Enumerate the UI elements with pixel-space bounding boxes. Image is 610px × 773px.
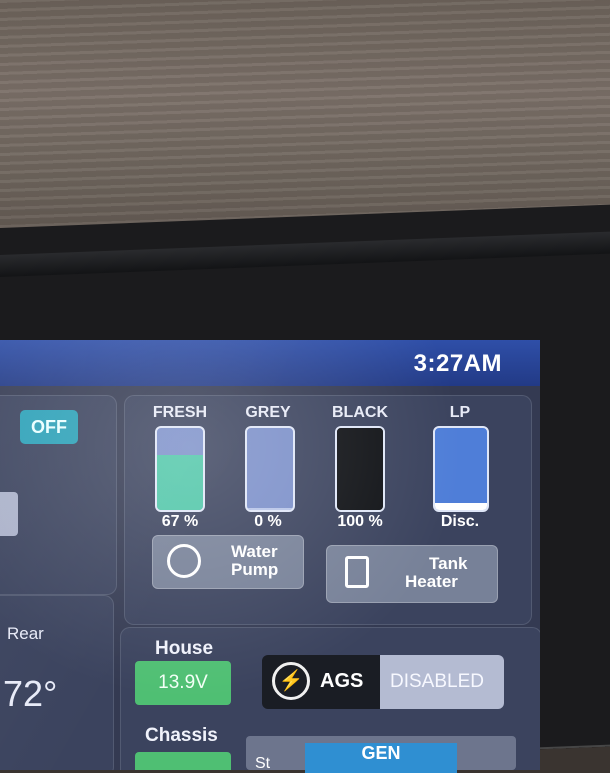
- ags-label: AGS: [320, 670, 364, 692]
- tank-fill-grey: [247, 508, 293, 510]
- off-button[interactable]: OFF: [20, 410, 78, 444]
- chassis-voltage-display: [135, 752, 231, 770]
- tank-heater-icon: [345, 556, 369, 588]
- tank-label-black: BLACK: [332, 404, 388, 421]
- status-bar: 3:27AM: [0, 340, 540, 386]
- chassis-label: Chassis: [145, 725, 218, 746]
- water-pump-label-line2: Pump: [231, 560, 279, 579]
- tank-label-lp: LP: [449, 404, 471, 421]
- left-partial-button[interactable]: [0, 492, 18, 536]
- tank-fill-black: [337, 428, 383, 510]
- tank-grey: [245, 426, 295, 512]
- tank-heater-label-line2: Heater: [405, 572, 458, 591]
- rear-zone-label: Rear: [7, 624, 44, 643]
- water-pump-label-line1: Water: [231, 542, 278, 561]
- ags-status-badge[interactable]: DISABLED: [380, 655, 504, 709]
- tank-label-grey: GREY: [245, 404, 291, 421]
- tank-label-fresh: FRESH: [152, 404, 208, 421]
- tank-percent-fresh: 67 %: [161, 513, 199, 530]
- water-pump-button[interactable]: Water Pump: [152, 535, 304, 589]
- water-pump-icon: [167, 544, 201, 578]
- tank-fresh: [155, 426, 205, 512]
- climate-panel: Rear 72°: [0, 595, 114, 770]
- ags-button[interactable]: ⚡ AGS: [262, 655, 380, 709]
- lightning-bolt-icon: ⚡: [272, 662, 310, 700]
- house-voltage-display: 13.9V: [135, 661, 231, 705]
- tank-fill-fresh: [157, 455, 203, 510]
- tank-fill-lp: [435, 503, 487, 510]
- tank-percent-black: 100 %: [337, 513, 383, 530]
- rear-temperature: 72°: [3, 673, 58, 714]
- time-display: 3:27AM: [413, 350, 502, 377]
- tank-black: [335, 426, 385, 512]
- ags-status-text: DISABLED: [390, 671, 484, 692]
- tank-heater-label-line1: Tank: [429, 554, 468, 573]
- tank-heater-button[interactable]: Tank Heater: [326, 545, 498, 603]
- tank-percent-grey: 0 %: [254, 513, 282, 530]
- house-label: House: [155, 638, 214, 659]
- tank-lp: [433, 426, 489, 512]
- generator-button[interactable]: GEN: [305, 743, 457, 773]
- generator-partial-text: St: [255, 755, 271, 772]
- tank-percent-lp: Disc.: [440, 513, 480, 530]
